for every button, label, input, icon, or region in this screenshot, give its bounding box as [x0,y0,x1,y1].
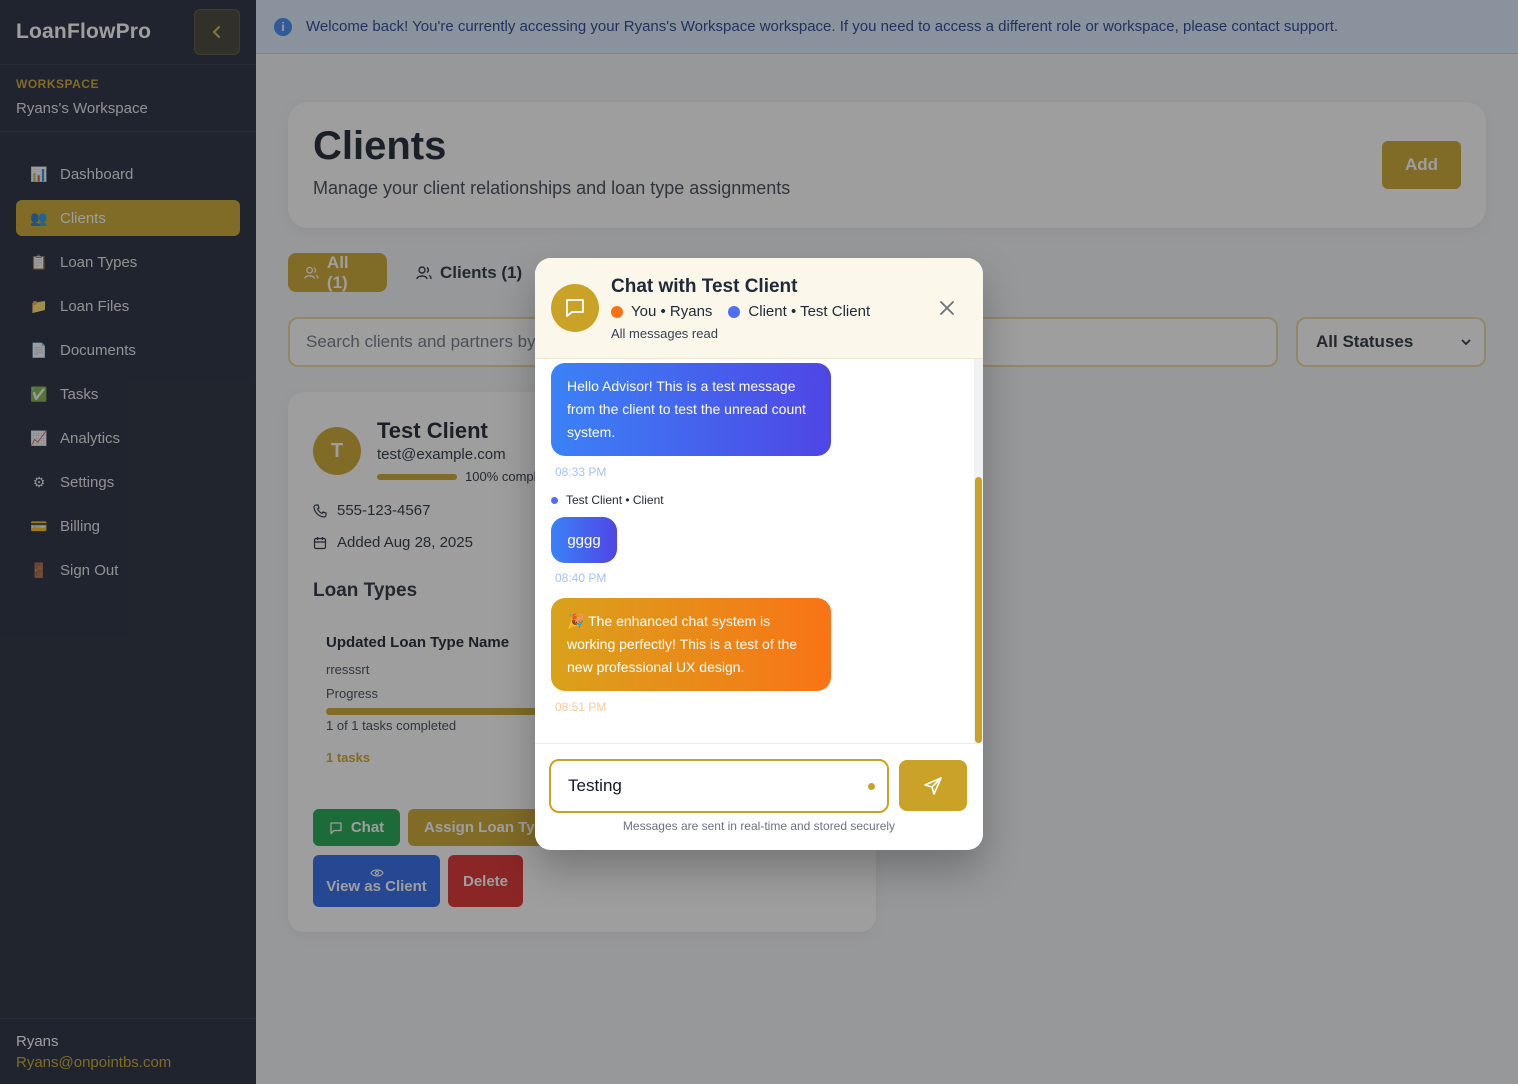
typing-indicator [868,783,875,790]
message-time: 08:40 PM [555,571,607,585]
message-bubble: 🎉 The enhanced chat system is working pe… [551,598,831,691]
you-label: You • Ryans [631,303,713,320]
message-bubble: Hello Advisor! This is a test message fr… [551,363,831,456]
message-input[interactable]: Testing [549,759,889,813]
read-status: All messages read [611,326,718,341]
send-icon [924,776,942,795]
message-square-icon [566,299,584,317]
composer-note: Messages are sent in real-time and store… [622,819,896,833]
message-time: 08:51 PM [555,700,607,714]
message-input-value: Testing [568,776,622,795]
chat-messages[interactable]: Hello Advisor! This is a test message fr… [535,359,983,743]
you-status-dot [611,305,623,318]
chat-title: Chat with Test Client [611,276,798,297]
scrollbar-thumb[interactable] [975,477,982,743]
message-bubble: gggg [551,517,617,563]
chat-avatar [551,284,599,332]
chat-header: Chat with Test Client You • Ryans Client… [535,258,983,359]
client-label: Client • Test Client [748,303,871,320]
chat-participants: You • Ryans Client • Test Client [611,303,870,320]
send-button[interactable] [899,760,967,811]
client-status-dot [728,305,741,318]
chat-modal: Chat with Test Client You • Ryans Client… [535,258,983,850]
message-time: 08:33 PM [555,465,607,479]
chat-composer: Testing Messages are sent in real-time a… [535,743,983,850]
sender-label: Test Client • Client [566,493,664,507]
message-sender: Test Client • Client [551,493,664,507]
close-icon[interactable] [937,298,957,318]
sender-dot [551,496,558,504]
